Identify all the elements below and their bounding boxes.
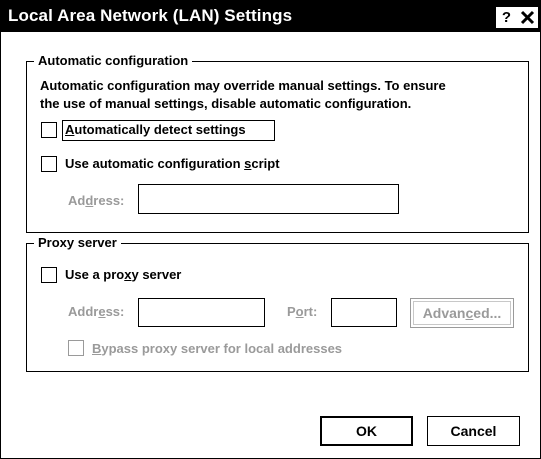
- auto-config-description-line1: Automatic configuration may override man…: [40, 78, 446, 93]
- bypass-local-checkbox[interactable]: [68, 340, 84, 356]
- detect-settings-label[interactable]: Automatically detect settings: [62, 120, 275, 141]
- window-title: Local Area Network (LAN) Settings: [8, 6, 293, 25]
- title-bar: Local Area Network (LAN) Settings ?: [1, 1, 540, 32]
- use-config-script-checkbox[interactable]: [41, 156, 57, 172]
- advanced-button[interactable]: Advanced...: [410, 298, 514, 328]
- use-proxy-label[interactable]: Use a proxy server: [65, 266, 181, 283]
- bypass-local-label[interactable]: Bypass proxy server for local addresses: [92, 340, 342, 357]
- close-icon: [520, 10, 535, 25]
- detect-settings-text: Automatically detect settings: [65, 122, 246, 137]
- proxy-address-label: Address:: [68, 304, 125, 319]
- proxy-port-input[interactable]: [331, 298, 397, 327]
- proxy-server-legend: Proxy server: [34, 235, 121, 250]
- proxy-address-input[interactable]: [138, 298, 265, 327]
- script-address-input[interactable]: [138, 184, 399, 214]
- script-address-label: Address:: [68, 193, 125, 208]
- proxy-port-label: Port:: [287, 304, 318, 319]
- ok-button[interactable]: OK: [320, 416, 413, 446]
- lan-settings-dialog: Local Area Network (LAN) Settings ? Auto…: [0, 0, 541, 459]
- help-button[interactable]: ?: [496, 7, 517, 28]
- help-icon: ?: [501, 9, 512, 26]
- automatic-configuration-legend: Automatic configuration: [34, 53, 193, 68]
- auto-config-description-line2: the use of manual settings, disable auto…: [40, 96, 412, 111]
- close-button[interactable]: [517, 7, 538, 28]
- use-proxy-checkbox[interactable]: [41, 267, 57, 283]
- cancel-button[interactable]: Cancel: [427, 416, 520, 446]
- detect-settings-checkbox[interactable]: [41, 122, 57, 138]
- use-config-script-label[interactable]: Use automatic configuration script: [65, 155, 280, 172]
